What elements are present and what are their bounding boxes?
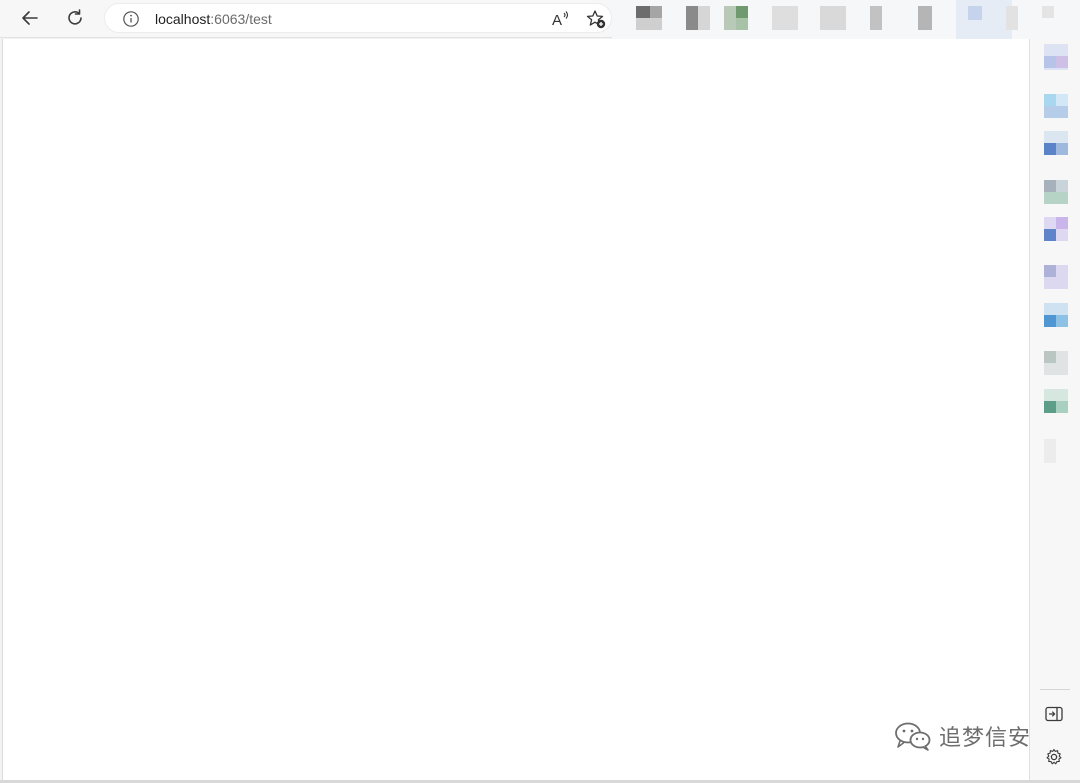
address-bar[interactable]: localhost:6063/test A	[104, 3, 612, 33]
settings-icon	[1046, 748, 1062, 765]
watermark-text: 追梦信安	[939, 726, 1032, 751]
back-arrow-icon	[22, 11, 38, 25]
browser-window: localhost:6063/test A 追梦信安	[0, 0, 1080, 783]
reload-button[interactable]	[60, 4, 90, 32]
url-host: localhost	[155, 11, 211, 27]
add-favorite-icon[interactable]	[585, 8, 607, 30]
watermark: 追梦信安	[893, 720, 1031, 752]
url-text[interactable]: localhost:6063/test	[155, 11, 272, 27]
site-info-icon[interactable]	[122, 10, 140, 28]
reload-icon	[68, 9, 82, 25]
right-sidebar	[1029, 39, 1080, 783]
sidebar-hide-icon	[1045, 706, 1063, 722]
sidebar-hide-button[interactable]	[1044, 704, 1064, 724]
settings-button[interactable]	[1044, 747, 1064, 767]
url-path: :6063/test	[210, 11, 272, 27]
browser-toolbar: localhost:6063/test A	[0, 0, 1080, 44]
extensions-area	[612, 0, 1080, 44]
sidebar-separator	[1040, 689, 1070, 690]
wechat-icon	[895, 722, 931, 751]
read-aloud-icon[interactable]: A	[549, 8, 571, 30]
page-content	[2, 39, 1029, 780]
back-button[interactable]	[15, 4, 45, 32]
read-aloud-glyph: A	[552, 12, 562, 29]
